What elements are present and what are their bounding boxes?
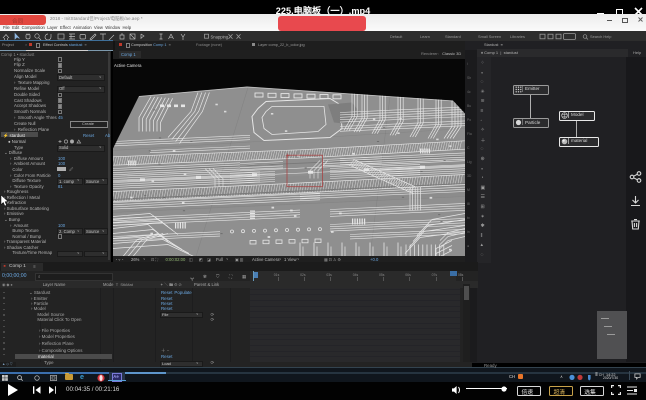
svg-text:Small Screen: Small Screen xyxy=(478,34,501,39)
svg-text:Learn: Learn xyxy=(420,34,430,39)
svg-text:Snapping: Snapping xyxy=(211,34,229,39)
svg-text:Default: Default xyxy=(390,34,403,39)
svg-text:Standard: Standard xyxy=(445,34,461,39)
svg-text:Search Help: Search Help xyxy=(590,34,611,39)
svg-text:Libraries: Libraries xyxy=(510,34,525,39)
